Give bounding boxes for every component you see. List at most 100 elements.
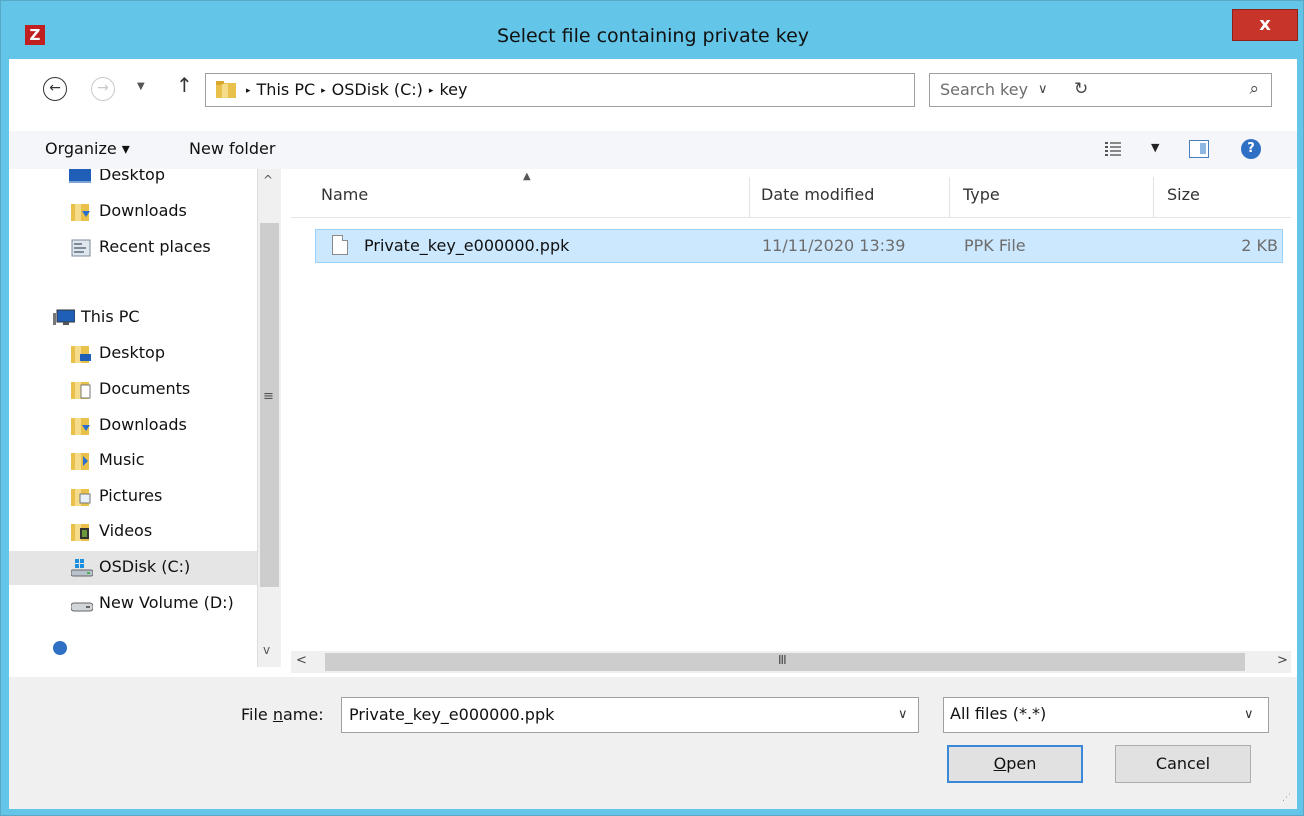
file-size: 2 KB xyxy=(1241,236,1278,255)
resize-gripper-icon[interactable]: ⋰ xyxy=(1282,793,1291,803)
drive-icon xyxy=(71,602,93,612)
system-drive-icon xyxy=(71,559,93,577)
chevron-down-icon[interactable]: ∨ xyxy=(1244,707,1254,722)
nav-item-label: Desktop xyxy=(99,343,165,362)
column-header-size[interactable]: Size xyxy=(1167,185,1200,204)
desktop-icon xyxy=(69,169,91,183)
chevron-down-icon[interactable]: ∨ xyxy=(898,707,908,722)
close-button[interactable]: x xyxy=(1232,9,1298,41)
nav-item-pictures[interactable]: Pictures xyxy=(9,480,257,514)
dialog-client-area: ← → ▼ ↑ ▸This PC▸OSDisk (C:)▸key ∨ ↻ ⌕ O… xyxy=(9,59,1297,809)
sort-ascending-icon: ▲ xyxy=(523,171,531,182)
nav-item-desktop[interactable]: Desktop xyxy=(9,337,257,371)
scrollbar-grip-icon: III xyxy=(778,653,787,667)
search-input[interactable] xyxy=(940,80,1220,99)
column-divider[interactable] xyxy=(749,177,750,217)
help-icon[interactable]: ? xyxy=(1241,139,1261,159)
scrollbar-thumb[interactable] xyxy=(260,223,279,587)
search-box[interactable]: ⌕ xyxy=(929,73,1272,107)
nav-item-music[interactable]: Music xyxy=(9,444,257,478)
scrollbar-grip-icon: ≡ xyxy=(263,389,274,404)
file-row[interactable]: Private_key_e000000.ppk 11/11/2020 13:39… xyxy=(315,229,1283,263)
nav-item-videos[interactable]: Videos xyxy=(9,515,257,549)
nav-item-label: Documents xyxy=(99,379,191,398)
nav-item-desktop-favorite[interactable]: Desktop xyxy=(9,169,257,193)
nav-item-downloads[interactable]: Downloads xyxy=(9,409,257,443)
scroll-left-arrow-icon[interactable]: < xyxy=(296,653,307,668)
breadcrumb-separator: ▸ xyxy=(321,86,326,96)
documents-folder-icon xyxy=(71,382,91,399)
nav-item-recent-places[interactable]: Recent places xyxy=(9,231,257,265)
open-button-accelerator: O xyxy=(993,754,1007,773)
up-button[interactable]: ↑ xyxy=(176,73,193,97)
breadcrumb-separator: ▸ xyxy=(428,86,434,96)
file-name-input[interactable] xyxy=(349,705,869,724)
file-type-filter-value: All files (*.*) xyxy=(950,704,1047,723)
breadcrumb-key[interactable]: key xyxy=(439,80,467,99)
preview-pane-icon[interactable] xyxy=(1189,140,1209,158)
nav-pane-scrollbar[interactable]: ^ ≡ v xyxy=(257,169,281,667)
file-name-label-text: File xyxy=(241,705,273,724)
nav-item-label: Videos xyxy=(99,521,153,540)
title-bar[interactable]: Z Select file containing private key x xyxy=(1,1,1304,59)
address-bar[interactable]: ▸ This PC ▸ OSDisk (C:) ▸ key ∨ ↻ xyxy=(205,73,1088,107)
organize-button[interactable]: Organize ▾ xyxy=(45,139,130,158)
view-options-dropdown[interactable]: ▼ xyxy=(1151,141,1159,154)
file-name-label: File name: xyxy=(241,705,324,724)
column-header-type[interactable]: Type xyxy=(963,185,1000,204)
nav-item-label: Desktop xyxy=(99,169,165,184)
column-header-date-modified[interactable]: Date modified xyxy=(761,185,874,204)
music-folder-icon xyxy=(71,453,89,470)
nav-item-label: Downloads xyxy=(99,415,187,434)
file-list-horizontal-scrollbar[interactable]: < III > xyxy=(291,651,1291,673)
pictures-folder-icon xyxy=(71,489,91,506)
nav-item-this-pc[interactable]: This PC xyxy=(9,301,257,335)
file-name-combobox[interactable]: ∨ xyxy=(341,697,919,733)
file-type-filter-select[interactable]: All files (*.*) ∨ xyxy=(943,697,1269,733)
column-header-name[interactable]: Name xyxy=(321,185,368,204)
breadcrumb: ▸ This PC ▸ OSDisk (C:) ▸ key xyxy=(240,80,467,99)
file-list: ▲ Name Date modified Type Size Private_k… xyxy=(291,171,1291,651)
file-icon xyxy=(332,235,348,255)
file-type: PPK File xyxy=(964,236,1026,255)
nav-item-label: New Volume (D:) xyxy=(99,593,234,612)
new-folder-button[interactable]: New folder xyxy=(189,139,275,158)
breadcrumb-osdisk[interactable]: OSDisk (C:) xyxy=(332,80,423,99)
computer-icon xyxy=(53,309,75,325)
videos-folder-icon xyxy=(71,524,89,541)
column-divider[interactable] xyxy=(949,177,950,217)
network-icon xyxy=(53,641,67,655)
change-view-icon[interactable] xyxy=(1105,141,1121,157)
recent-places-icon xyxy=(71,239,91,257)
downloads-folder-icon xyxy=(71,204,90,221)
header-divider xyxy=(291,217,1291,218)
desktop-folder-icon xyxy=(71,346,91,363)
file-name: Private_key_e000000.ppk xyxy=(364,236,570,255)
breadcrumb-this-pc[interactable]: This PC xyxy=(257,80,316,99)
scroll-up-arrow-icon[interactable]: ^ xyxy=(263,173,273,187)
forward-button[interactable]: → xyxy=(91,77,115,101)
nav-item-label: Music xyxy=(99,450,145,469)
file-date-modified: 11/11/2020 13:39 xyxy=(762,236,906,255)
nav-item-downloads-favorite[interactable]: Downloads xyxy=(9,195,257,229)
dialog-footer: File name: ∨ All files (*.*) ∨ Open Canc… xyxy=(9,677,1297,809)
open-button[interactable]: Open xyxy=(947,745,1083,783)
nav-item-new-volume[interactable]: New Volume (D:) xyxy=(9,587,257,621)
open-button-label: pen xyxy=(1006,754,1037,773)
nav-item-label: Recent places xyxy=(99,237,211,256)
scroll-down-arrow-icon[interactable]: v xyxy=(263,643,270,657)
nav-item-label: This PC xyxy=(81,307,140,326)
search-icon[interactable]: ⌕ xyxy=(1249,79,1259,99)
cancel-button[interactable]: Cancel xyxy=(1115,745,1251,783)
recent-locations-dropdown[interactable]: ▼ xyxy=(137,81,145,92)
nav-item-osdisk[interactable]: OSDisk (C:) xyxy=(9,551,257,585)
nav-item-documents[interactable]: Documents xyxy=(9,373,257,407)
scroll-right-arrow-icon[interactable]: > xyxy=(1277,653,1288,668)
back-button[interactable]: ← xyxy=(43,77,67,101)
nav-item-label: Pictures xyxy=(99,486,163,505)
file-name-label-accelerator: n xyxy=(272,705,283,724)
file-name-label-text: ame: xyxy=(283,705,324,724)
navigation-pane: Desktop Downloads Recent places This PC … xyxy=(9,169,257,667)
column-divider[interactable] xyxy=(1153,177,1154,217)
command-toolbar: Organize ▾ New folder ▼ ? xyxy=(9,131,1297,169)
